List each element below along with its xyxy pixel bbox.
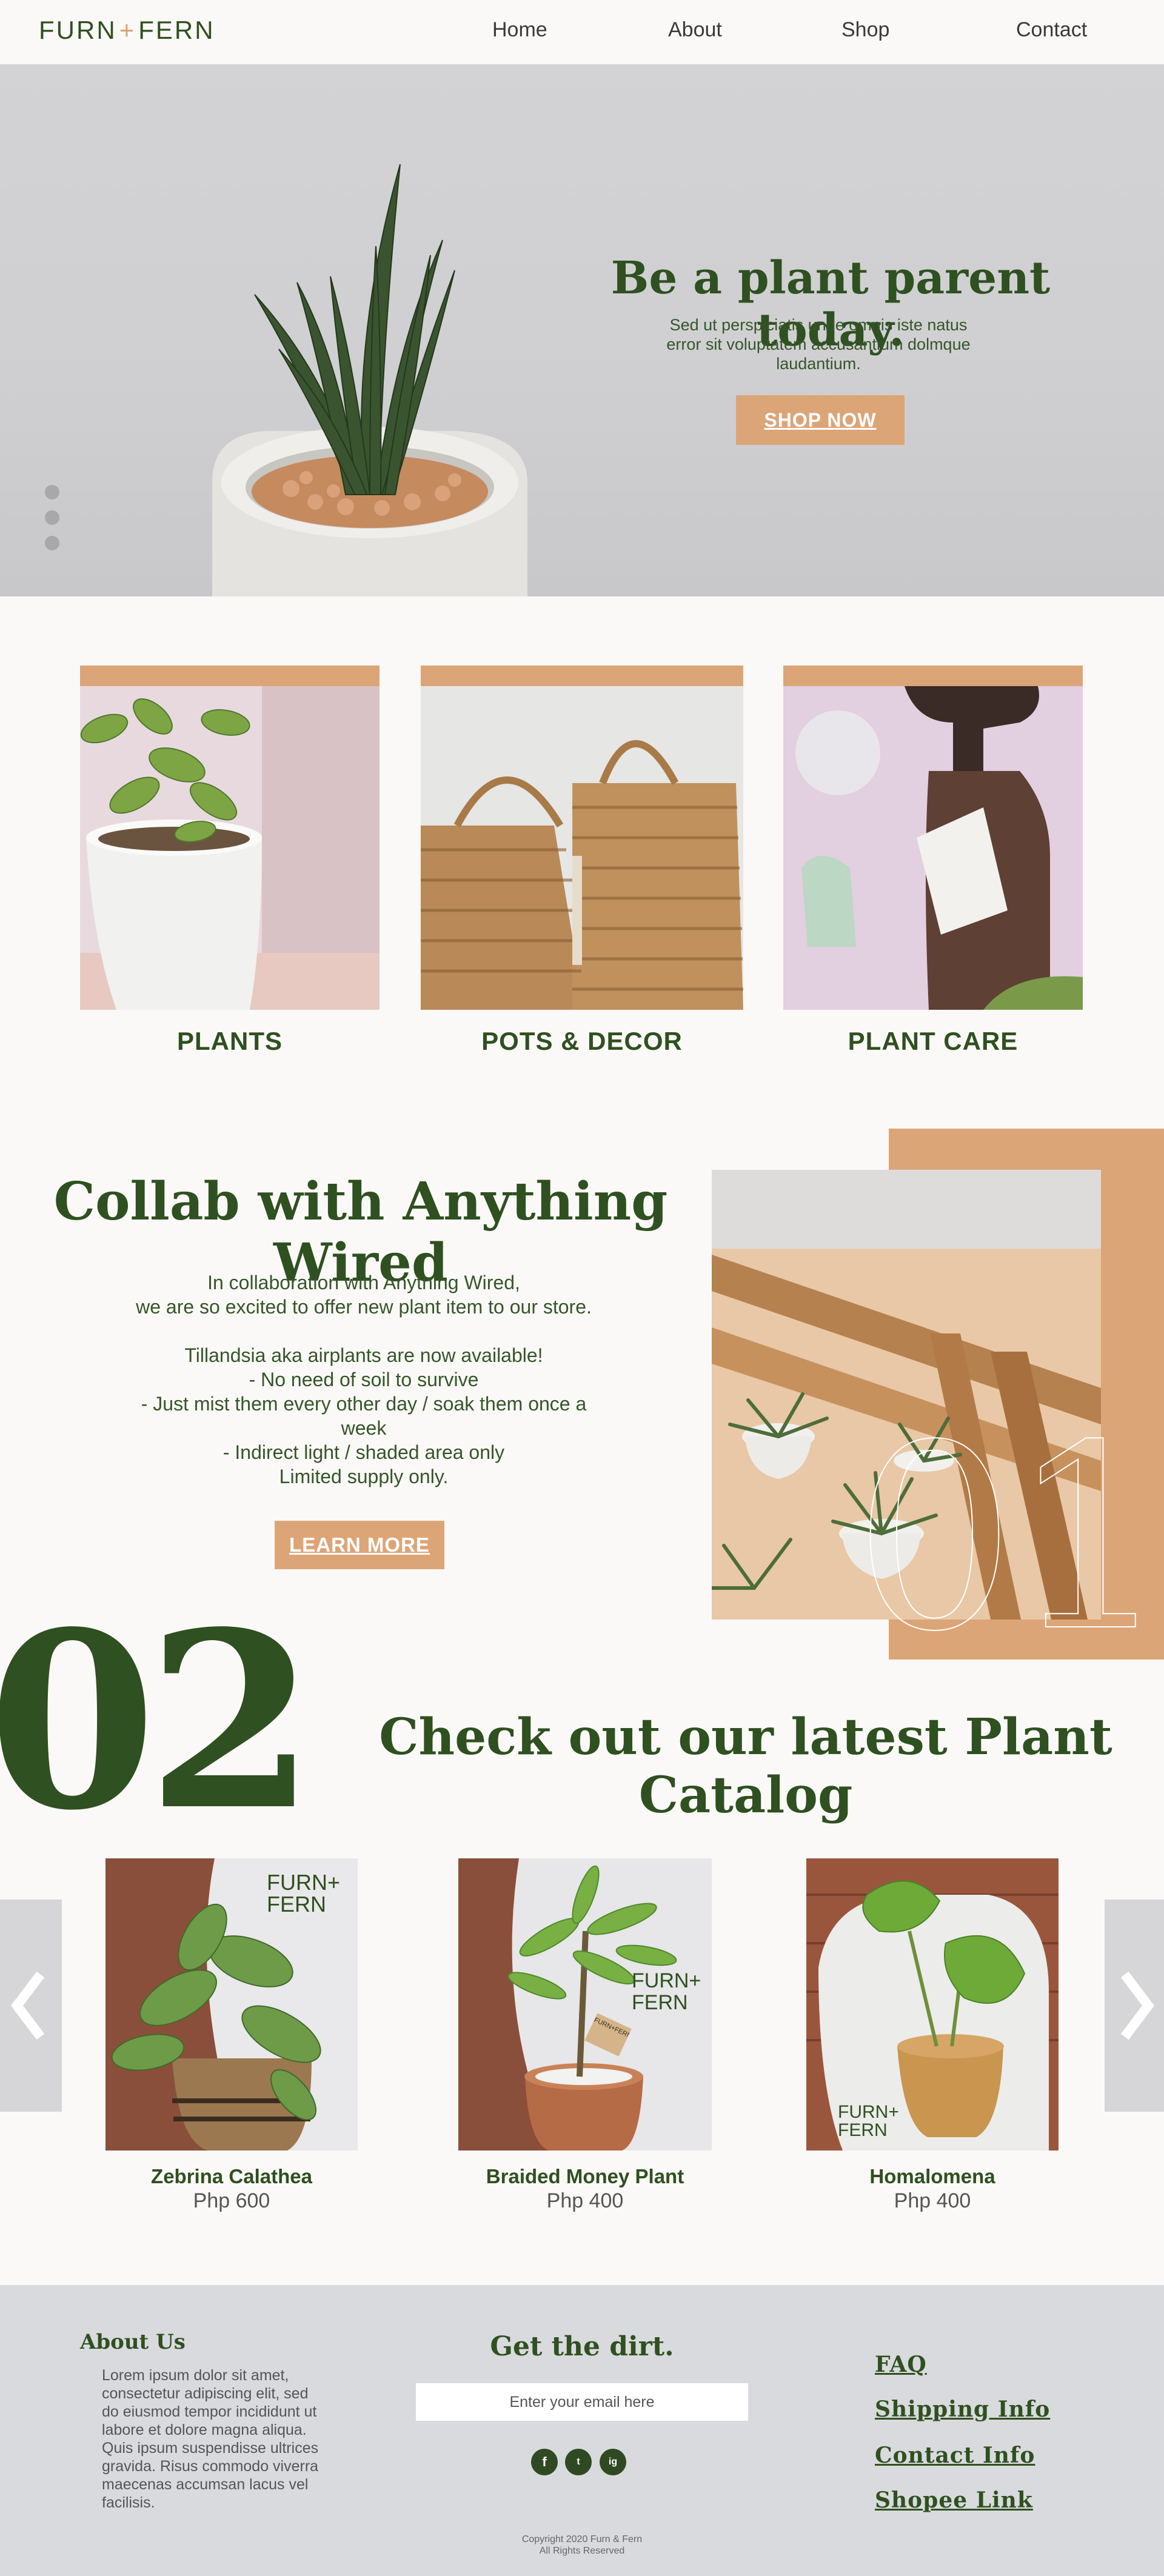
nav-about[interactable]: About [668,18,722,42]
footer-link-faq[interactable]: FAQ [875,2352,927,2377]
money-plant-image: FURN+ FERN FURN+FERN [458,1858,712,2151]
logo-text-right: FERN [138,16,215,44]
collab-line-2: - No need of soil to survive [249,1369,479,1390]
plants-image [80,686,380,1010]
shop-now-button[interactable]: SHOP NOW [736,395,905,445]
brand-tag-line1: FURN+ [632,1969,701,1992]
plant-care-image [783,686,1083,1010]
category-label-care: PLANT CARE [848,1027,1018,1055]
product-name: Braided Money Plant [486,2165,684,2187]
pots-image [421,686,743,1010]
collab-line-5: Limited supply only. [279,1466,449,1487]
slide-dot-3[interactable] [45,536,59,550]
collab-line-4: - Indirect light / shaded area only [222,1441,505,1463]
chevron-right-icon [1120,1971,1155,2040]
nav-home[interactable]: Home [492,18,547,42]
brand-logo[interactable]: FURN+FERN [39,16,215,45]
slide-dot-1[interactable] [45,485,59,499]
brand-tag-line1: FURN+ [838,2102,899,2122]
product-name: Homalomena [869,2165,995,2187]
brand-tag-line2: FERN [838,2120,888,2140]
footer-about-title: About Us [80,2330,186,2354]
hero-banner: Be a plant parent today. Sed ut perspici… [0,64,1164,596]
collab-line-3: - Just mist them every other day / soak … [141,1393,587,1439]
nav-contact[interactable]: Contact [1016,18,1087,42]
footer-link-shopee[interactable]: Shopee Link [875,2488,1033,2513]
collab-number-outline: 01 [853,1391,1164,1687]
learn-more-button[interactable]: LEARN MORE [275,1521,444,1569]
brand-tag-line1: FURN+ [267,1870,341,1895]
copyright-line-1: Copyright 2020 Furn & Fern [521,2534,643,2544]
product-price: Php 400 [546,2189,624,2212]
category-label-plants: PLANTS [177,1027,283,1055]
product-price: Php 600 [193,2189,270,2212]
homalomena-image: FURN+ FERN [806,1858,1059,2151]
twitter-icon[interactable]: t [565,2449,592,2475]
brand-tag: FURN+ FERN [838,2103,899,2140]
facebook-icon[interactable]: f [531,2449,558,2475]
card-accent-bar [421,666,743,686]
newsletter-title: Get the dirt. [490,2331,674,2362]
product-name: Zebrina Calathea [151,2165,312,2187]
zebrina-image: FURN+ FERN [105,1858,358,2151]
brand-tag: FURN+ FERN [267,1872,340,1915]
brand-tag-line2: FERN [267,1892,326,1917]
nav-shop[interactable]: Shop [841,18,889,42]
hero-subtitle: Sed ut perspiciatis unde omnis iste natu… [666,316,971,373]
collab-intro-1: In collaboration with Anything Wired, [207,1272,520,1293]
catalog-number: 02 [0,1579,316,1864]
logo-plus: + [119,16,136,44]
footer-link-shipping[interactable]: Shipping Info [875,2397,1050,2422]
card-accent-bar [783,666,1083,686]
instagram-icon[interactable]: ig [600,2449,626,2475]
hero-plant-image [212,164,527,596]
copyright-line-2: All Rights Reserved [539,2546,625,2556]
site-header: FURN+FERN Home About Shop Contact [0,0,1164,64]
product-price: Php 400 [894,2189,971,2212]
card-accent-bar [80,666,380,686]
footer-about-text: Lorem ipsum dolor sit amet, consectetur … [102,2367,319,2511]
footer-link-contact[interactable]: Contact Info [875,2443,1035,2468]
slide-dot-2[interactable] [45,510,59,525]
logo-text-left: FURN [39,16,117,44]
chevron-left-icon [10,1971,45,2040]
brand-tag-line2: FERN [632,1991,688,2014]
copyright: Copyright 2020 Furn & Fern All Rights Re… [461,2534,703,2557]
carousel-prev-button[interactable] [0,1900,62,2112]
catalog-title: Check out our latest Plant Catalog [379,1708,1112,1824]
category-label-pots: POTS & DECOR [481,1027,683,1055]
collab-line-1: Tillandsia aka airplants are now availab… [184,1344,543,1366]
email-input[interactable] [416,2383,748,2421]
collab-intro-2: we are so excited to offer new plant ite… [136,1296,592,1318]
carousel-next-button[interactable] [1105,1900,1164,2112]
brand-tag: FURN+ FERN [632,1970,701,2014]
